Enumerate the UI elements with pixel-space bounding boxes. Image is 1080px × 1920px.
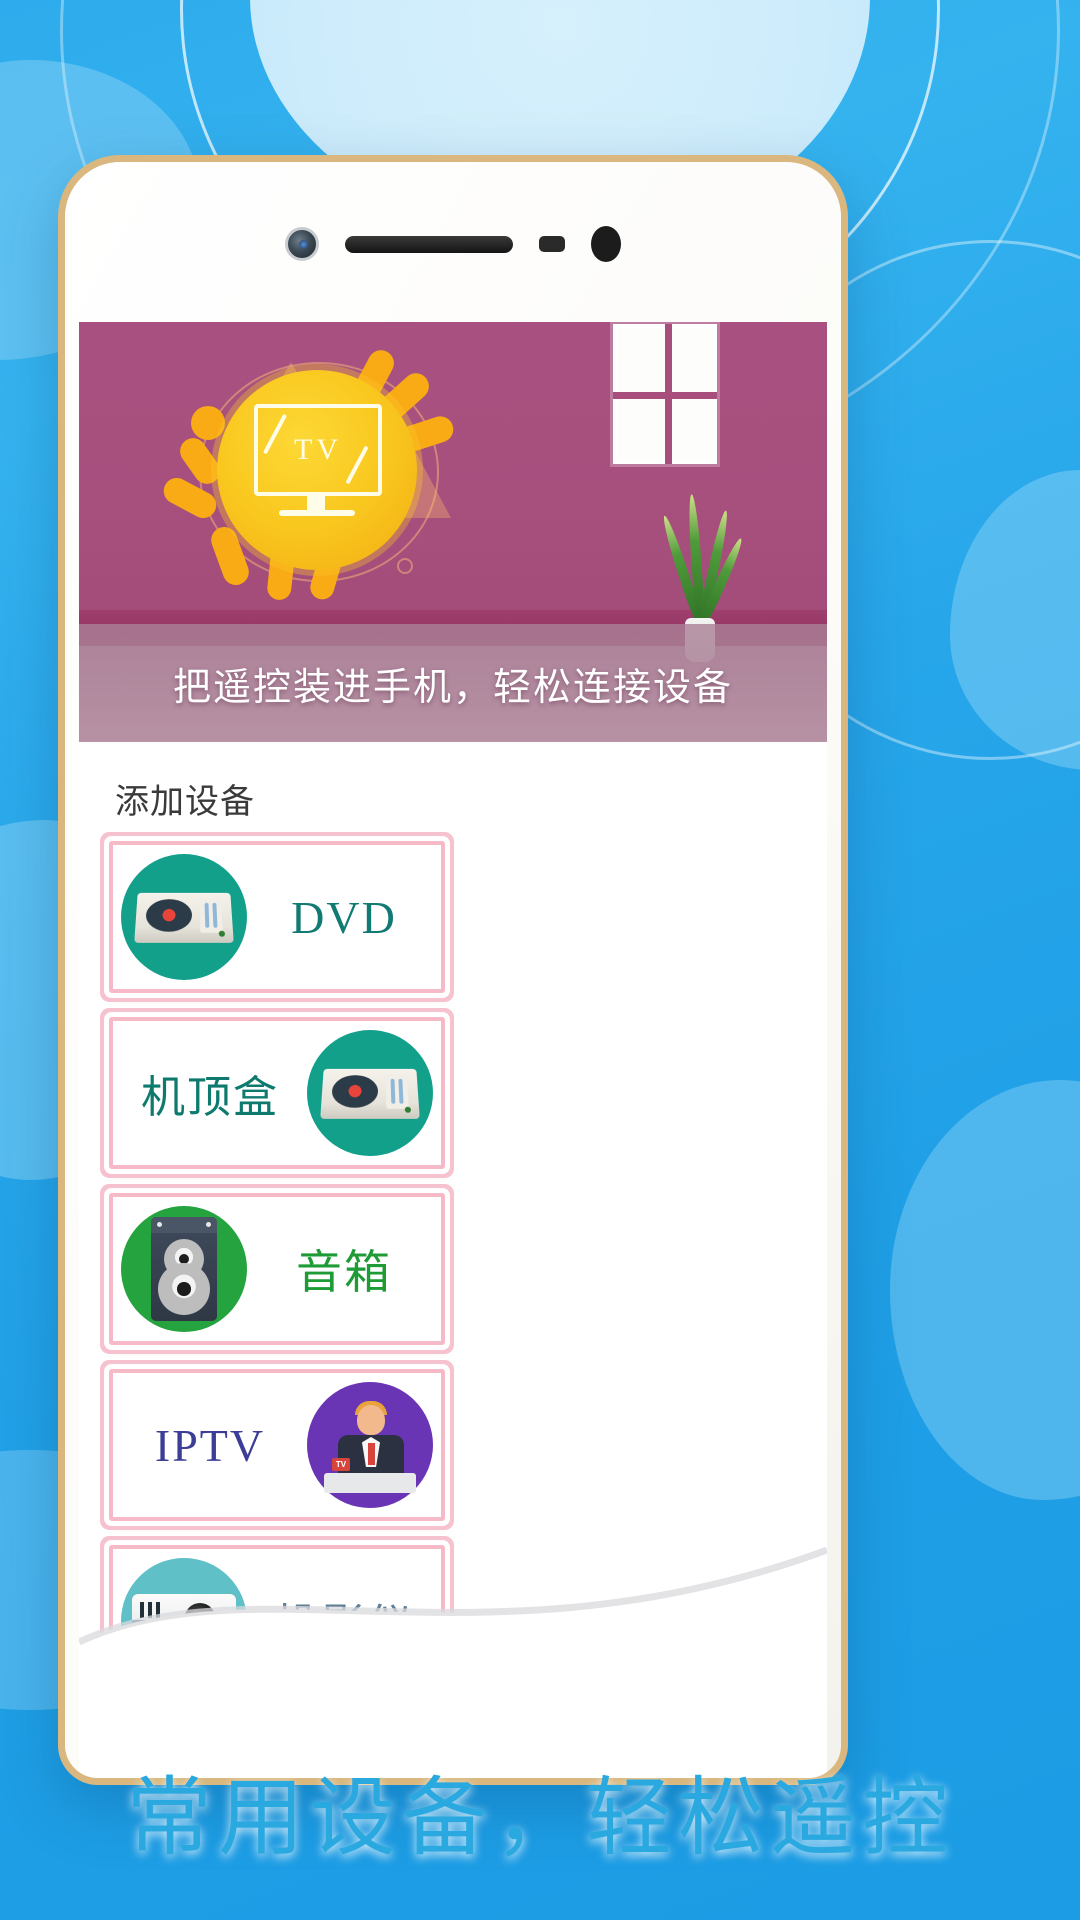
projector-vents	[140, 1602, 160, 1618]
projector-body	[132, 1594, 236, 1655]
light-sensor-icon	[591, 226, 621, 262]
dvd-slider	[199, 898, 223, 933]
stb-slider	[385, 1074, 409, 1109]
device-label-iptv: IPTV	[154, 1419, 266, 1471]
anchor-tv-badge: TV	[332, 1458, 350, 1471]
sun-ray-dot	[191, 406, 225, 440]
tv-logo-label: TV	[294, 433, 342, 466]
dvd-player-icon	[121, 854, 247, 980]
phone-mockup: TV 把遥控装进手机，轻松连接设备 添加设备 DVD 机顶盒 音箱 TV IPT…	[58, 155, 848, 1785]
hero-caption: 把遥控装进手机，轻松连接设备	[79, 624, 827, 742]
device-label-set-top-box: 机顶盒	[141, 1073, 279, 1122]
tv-sun-logo: TV	[159, 340, 469, 603]
window-decoration	[613, 324, 717, 464]
background-blob-right-lower	[890, 1080, 1080, 1500]
stb-led	[404, 1106, 412, 1113]
speaker-icon	[121, 1206, 247, 1332]
anchor-desk	[324, 1473, 416, 1493]
front-camera-icon	[285, 227, 319, 261]
hero-caption-text: 把遥控装进手机，轻松连接设备	[172, 666, 733, 709]
dvd-led	[218, 930, 226, 937]
device-label-dvd: DVD	[291, 891, 397, 943]
device-card-dvd[interactable]: DVD	[109, 841, 445, 993]
device-grid: DVD 机顶盒 音箱 TV IPTV 投影仪	[79, 833, 827, 1697]
device-label-projector: 投影仪	[275, 1601, 413, 1650]
device-card-speaker[interactable]: 音箱	[109, 1193, 445, 1345]
stb-body	[320, 1068, 420, 1119]
anchor-head	[357, 1405, 385, 1435]
promo-headline: 常用设备，轻松遥控	[126, 1770, 954, 1866]
add-device-title: 添加设备	[115, 783, 255, 821]
dvd-body	[134, 892, 234, 943]
set-top-box-icon	[307, 1030, 433, 1156]
iptv-anchor-icon: TV	[307, 1382, 433, 1508]
device-card-iptv[interactable]: TV IPTV	[109, 1369, 445, 1521]
background-blob-right-upper	[950, 470, 1080, 770]
device-card-projector[interactable]: 投影仪	[109, 1545, 445, 1697]
dvd-disc	[145, 899, 193, 932]
anchor-tie	[368, 1443, 375, 1465]
speaker-body	[151, 1217, 217, 1321]
phone-screen: TV 把遥控装进手机，轻松连接设备 添加设备 DVD 机顶盒 音箱 TV IPT…	[79, 322, 827, 1778]
projector-icon	[121, 1558, 247, 1684]
phone-top-hardware	[65, 224, 841, 264]
news-anchor-illustration: TV	[318, 1393, 422, 1497]
tv-stand-base	[279, 510, 355, 516]
phone-body: TV 把遥控装进手机，轻松连接设备 添加设备 DVD 机顶盒 音箱 TV IPT…	[65, 162, 841, 1778]
earpiece-speaker-icon	[345, 235, 513, 253]
device-label-speaker: 音箱	[296, 1247, 392, 1298]
proximity-sensor-icon	[539, 236, 565, 252]
projector-lens	[180, 1599, 220, 1641]
hero-banner: TV 把遥控装进手机，轻松连接设备	[79, 322, 827, 742]
stb-disc	[331, 1075, 379, 1108]
promo-stage: TV 把遥控装进手机，轻松连接设备 添加设备 DVD 机顶盒 音箱 TV IPT…	[0, 0, 1080, 1920]
device-card-set-top-box[interactable]: 机顶盒	[109, 1017, 445, 1169]
speaker-woofer	[158, 1263, 210, 1315]
speaker-top-panel	[151, 1217, 217, 1233]
projector-feet	[142, 1648, 226, 1655]
